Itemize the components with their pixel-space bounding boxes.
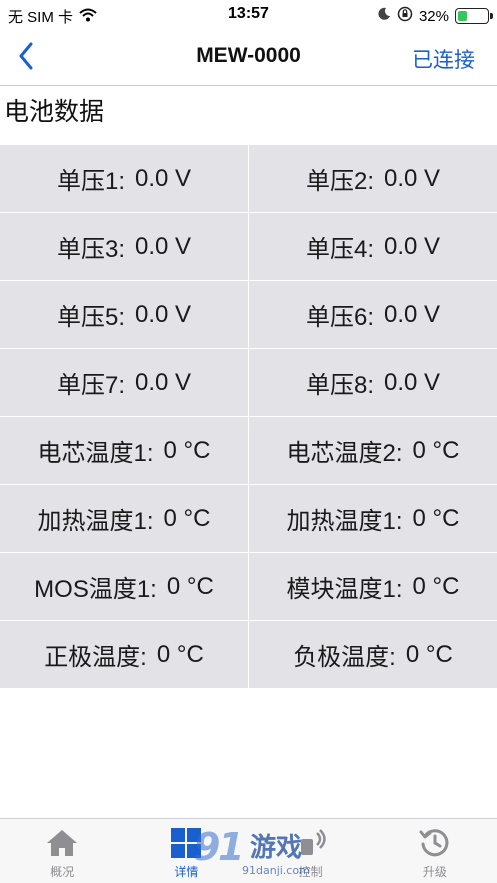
grid-row: 单压1: 0.0 V 单压2: 0.0 V: [0, 145, 497, 213]
cell-label: 单压4:: [305, 236, 374, 263]
navigation-bar: MEW-0000 已连接: [0, 30, 497, 86]
tab-label: 详情: [174, 865, 199, 879]
data-cell: 单压4: 0.0 V: [248, 213, 497, 280]
data-cell: 单压1: 0.0 V: [0, 145, 248, 212]
cell-value: 0 °C: [163, 504, 211, 532]
cell-value: 0.0 V: [134, 300, 192, 328]
cell-label: 单压3:: [56, 236, 125, 263]
cell-value: 0.0 V: [383, 232, 441, 260]
grid-row: 单压7: 0.0 V 单压8: 0.0 V: [0, 349, 497, 417]
section-title: 电池数据: [4, 98, 105, 126]
battery-icon: [455, 8, 493, 24]
connection-status-button[interactable]: 已连接: [412, 44, 475, 74]
cell-value: 0.0 V: [383, 164, 441, 192]
cell-value: 0 °C: [412, 436, 460, 464]
cell-label: 单压1:: [56, 168, 125, 195]
battery-data-grid: 单压1: 0.0 V 单压2: 0.0 V 单压3: 0.0 V 单压4: 0.0 V …: [0, 145, 497, 688]
data-cell: 模块温度1: 0 °C: [248, 553, 497, 620]
data-cell: 单压7: 0.0 V: [0, 349, 248, 416]
data-cell: 单压6: 0.0 V: [248, 281, 497, 348]
cell-label: 加热温度1:: [286, 508, 403, 535]
cell-label: 单压7:: [56, 372, 125, 399]
cell-value: 0 °C: [156, 640, 204, 668]
cell-label: 电芯温度2:: [286, 440, 403, 467]
tab-label: 概况: [50, 865, 75, 879]
cell-label: 正极温度:: [44, 644, 147, 671]
cell-label: 单压2:: [305, 168, 374, 195]
tab-details[interactable]: 详情: [124, 819, 248, 883]
grid-row: 加热温度1: 0 °C 加热温度1: 0 °C: [0, 485, 497, 553]
status-right: 32%: [377, 6, 493, 26]
battery-percent: 32%: [418, 7, 449, 25]
tab-label: 升级: [422, 865, 447, 879]
tab-control[interactable]: 控制: [249, 819, 373, 883]
cell-label: 电芯温度1:: [37, 440, 154, 467]
cell-label: 单压5:: [56, 304, 125, 331]
cell-value: 0 °C: [405, 640, 453, 668]
grid-row: 电芯温度1: 0 °C 电芯温度2: 0 °C: [0, 417, 497, 485]
data-cell: 单压8: 0.0 V: [248, 349, 497, 416]
tab-label: 控制: [298, 865, 323, 879]
data-cell: 单压2: 0.0 V: [248, 145, 497, 212]
cell-value: 0.0 V: [134, 232, 192, 260]
cell-label: 单压6:: [305, 304, 374, 331]
cell-label: 模块温度1:: [286, 576, 403, 603]
tab-bar: 概况 详情 控制 升级: [0, 818, 497, 883]
grid-row: 单压5: 0.0 V 单压6: 0.0 V: [0, 281, 497, 349]
grid-row: MOS温度1: 0 °C 模块温度1: 0 °C: [0, 553, 497, 621]
grid-row: 单压3: 0.0 V 单压4: 0.0 V: [0, 213, 497, 281]
cell-label: 单压8:: [305, 372, 374, 399]
tab-overview[interactable]: 概况: [0, 819, 124, 883]
history-icon: [417, 825, 453, 861]
data-cell: MOS温度1: 0 °C: [0, 553, 248, 620]
data-cell: 加热温度1: 0 °C: [0, 485, 248, 552]
data-cell: 电芯温度2: 0 °C: [248, 417, 497, 484]
moon-icon: [377, 7, 391, 25]
grid-row: 正极温度: 0 °C 负极温度: 0 °C: [0, 621, 497, 688]
cell-value: 0.0 V: [134, 164, 192, 192]
orientation-lock-icon: [397, 6, 413, 26]
data-cell: 电芯温度1: 0 °C: [0, 417, 248, 484]
cell-value: 0 °C: [166, 572, 214, 600]
home-icon: [44, 825, 80, 861]
cell-value: 0.0 V: [383, 300, 441, 328]
data-cell: 负极温度: 0 °C: [248, 621, 497, 688]
tab-upgrade[interactable]: 升级: [373, 819, 497, 883]
cell-value: 0 °C: [412, 572, 460, 600]
data-cell: 正极温度: 0 °C: [0, 621, 248, 688]
cell-value: 0 °C: [163, 436, 211, 464]
data-cell: 单压3: 0.0 V: [0, 213, 248, 280]
data-cell: 加热温度1: 0 °C: [248, 485, 497, 552]
cell-value: 0.0 V: [383, 368, 441, 396]
cell-value: 0 °C: [412, 504, 460, 532]
control-icon: [293, 825, 329, 861]
grid-icon: [168, 825, 204, 861]
cell-label: 加热温度1:: [37, 508, 154, 535]
status-bar: 无 SIM 卡 13:57 32%: [0, 0, 497, 30]
cell-label: MOS温度1:: [34, 576, 157, 603]
cell-value: 0.0 V: [134, 368, 192, 396]
battery-level: [458, 11, 467, 21]
data-cell: 单压5: 0.0 V: [0, 281, 248, 348]
cell-label: 负极温度:: [293, 644, 396, 671]
